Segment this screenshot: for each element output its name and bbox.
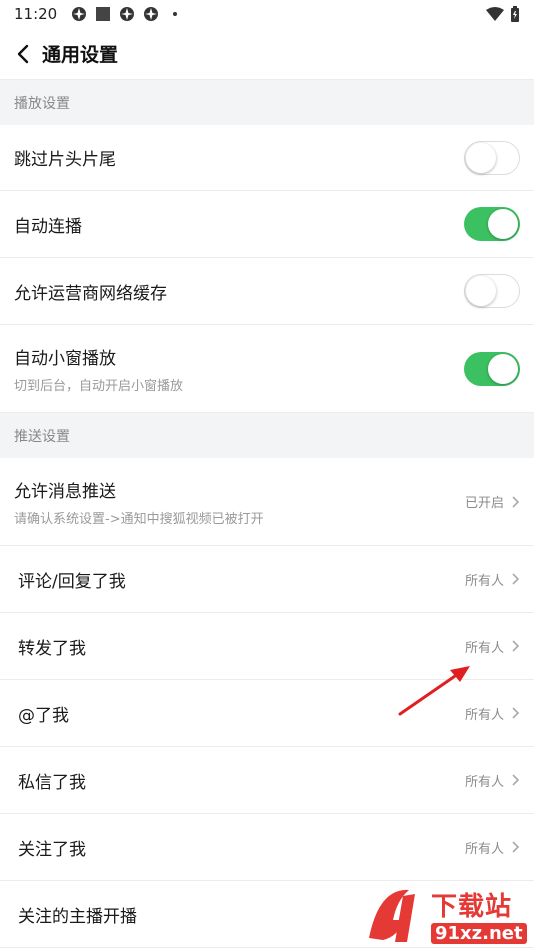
chevron-right-icon (512, 841, 520, 853)
setting-label: 私信了我 (18, 772, 86, 793)
watermark-url: 91xz.net (431, 923, 527, 944)
toggle-knob (488, 353, 518, 384)
carrier-cache-toggle[interactable] (464, 274, 520, 308)
setting-row-private-message[interactable]: 私信了我 所有人 (0, 747, 534, 814)
setting-row-mention[interactable]: @了我 所有人 (0, 680, 534, 747)
status-right-icons (486, 6, 520, 22)
chevron-right-icon (512, 495, 520, 508)
value-text: 已开启 (464, 496, 504, 511)
setting-row-carrier-cache[interactable]: 允许运营商网络缓存 (0, 258, 534, 325)
autoplay-toggle[interactable] (464, 207, 520, 241)
chevron-right-icon (512, 573, 520, 585)
setting-label: 允许消息推送 (14, 481, 116, 502)
setting-row-allow-push[interactable]: 允许消息推送 请确认系统设置->通知中搜狐视频已被打开 已开启 (0, 458, 534, 546)
setting-label: 跳过片头片尾 (14, 150, 116, 170)
setting-label: 评论/回复了我 (18, 571, 126, 592)
notification-square-icon (96, 7, 111, 21)
setting-description: 请确认系统设置->通知中搜狐视频已被打开 (14, 511, 264, 527)
toggle-knob (466, 276, 496, 306)
value-text: 所有人 (464, 774, 504, 790)
setting-label: 关注了我 (18, 839, 86, 860)
back-button[interactable] (10, 41, 36, 67)
chevron-right-icon (512, 774, 520, 786)
value-text: 所有人 (464, 707, 504, 723)
setting-label: 允许运营商网络缓存 (14, 283, 167, 304)
setting-label: 自动小窗播放 (14, 348, 116, 369)
more-dot-icon (173, 12, 178, 16)
notification-app-icon (72, 7, 87, 21)
value-text: 所有人 (464, 573, 504, 589)
setting-value: 所有人 (465, 771, 520, 790)
skip-intro-toggle[interactable] (464, 140, 520, 175)
setting-value: 所有人 (465, 637, 520, 656)
toggle-knob (488, 209, 518, 239)
setting-row-followed[interactable]: 关注了我 所有人 (0, 814, 534, 881)
page-title: 通用设置 (42, 44, 119, 66)
setting-label: 自动连播 (14, 216, 82, 237)
toggle-knob (466, 142, 496, 173)
wifi-icon (486, 7, 504, 21)
setting-value: 所有人 (465, 570, 520, 589)
setting-value: 所有人 (465, 704, 520, 723)
chevron-left-icon (17, 44, 29, 63)
chevron-right-icon (512, 640, 520, 652)
value-text: 所有人 (464, 640, 504, 656)
mini-window-toggle[interactable] (464, 351, 520, 386)
notification-icons (71, 6, 183, 22)
setting-row-skip-intro[interactable]: 跳过片头片尾 (0, 125, 534, 191)
watermark: 下载站 91xz.net (359, 880, 534, 950)
chevron-right-icon (512, 707, 520, 719)
notification-app-icon (144, 7, 159, 21)
setting-label: @了我 (18, 705, 69, 726)
setting-row-repost[interactable]: 转发了我 所有人 (0, 613, 534, 680)
status-time: 11:20 (14, 5, 58, 23)
setting-value: 所有人 (465, 838, 520, 857)
setting-row-comment-reply[interactable]: 评论/回复了我 所有人 (0, 546, 534, 613)
notification-app-icon (120, 7, 135, 21)
status-bar: 11:20 (0, 0, 534, 28)
battery-icon (511, 6, 519, 22)
section-header-push: 推送设置 (0, 413, 534, 458)
setting-label: 转发了我 (18, 638, 86, 659)
page-header: 通用设置 (0, 28, 534, 80)
watermark-text: 下载站 (431, 892, 513, 922)
watermark-logo-icon (369, 889, 415, 942)
setting-row-autoplay[interactable]: 自动连播 (0, 191, 534, 258)
value-text: 所有人 (464, 841, 504, 857)
setting-value: 已开启 (465, 492, 520, 511)
setting-row-mini-window[interactable]: 自动小窗播放 切到后台，自动开启小窗播放 (0, 325, 534, 413)
section-header-playback: 播放设置 (0, 80, 534, 125)
setting-description: 切到后台，自动开启小窗播放 (14, 378, 184, 394)
